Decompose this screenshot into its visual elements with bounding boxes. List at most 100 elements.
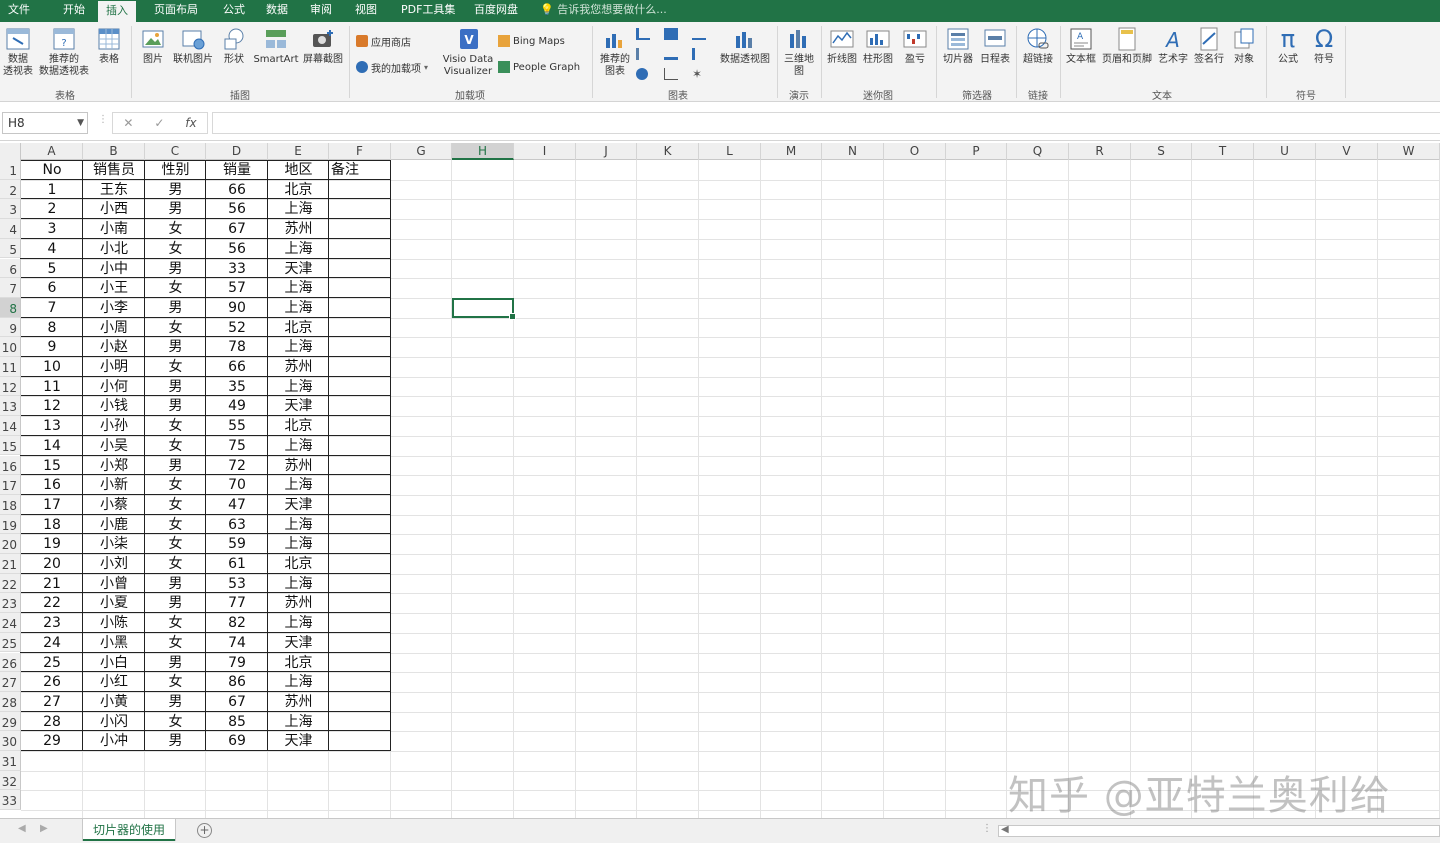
table-cell[interactable]: 小黑: [83, 633, 145, 653]
table-cell[interactable]: 35: [206, 377, 268, 397]
table-cell[interactable]: 61: [206, 554, 268, 574]
people-graph-button[interactable]: People Graph: [498, 58, 580, 76]
table-cell[interactable]: 女: [145, 534, 206, 554]
table-cell[interactable]: 女: [145, 357, 206, 377]
table-cell[interactable]: 小柒: [83, 534, 145, 554]
table-cell[interactable]: 74: [206, 633, 268, 653]
table-cell[interactable]: [329, 475, 391, 495]
column-header[interactable]: V: [1316, 143, 1378, 160]
table-cell[interactable]: [329, 298, 391, 318]
table-cell[interactable]: 59: [206, 534, 268, 554]
table-cell[interactable]: 53: [206, 574, 268, 594]
row-header[interactable]: 23: [0, 593, 21, 614]
table-cell[interactable]: 小王: [83, 278, 145, 298]
recommended-pivot-button[interactable]: ? 推荐的 数据透视表: [38, 26, 90, 78]
column-header[interactable]: K: [637, 143, 699, 160]
table-cell[interactable]: 29: [21, 731, 83, 751]
table-cell[interactable]: 小何: [83, 377, 145, 397]
pivot-table-button[interactable]: 数据 透视表: [2, 26, 34, 78]
table-cell[interactable]: 北京: [268, 653, 329, 673]
table-cell[interactable]: 男: [145, 199, 206, 219]
sparkline-winloss-button[interactable]: 盈亏: [900, 26, 930, 66]
table-cell[interactable]: 77: [206, 593, 268, 613]
table-cell[interactable]: 16: [21, 475, 83, 495]
table-cell[interactable]: 18: [21, 515, 83, 535]
table-cell[interactable]: 苏州: [268, 692, 329, 712]
row-header[interactable]: 2: [0, 179, 21, 200]
row-header[interactable]: 14: [0, 416, 21, 436]
table-cell[interactable]: [329, 259, 391, 279]
table-cell[interactable]: [329, 672, 391, 692]
column-header[interactable]: O: [884, 143, 946, 160]
table-cell[interactable]: [329, 633, 391, 653]
table-cell[interactable]: 小冲: [83, 731, 145, 751]
table-cell[interactable]: 小明: [83, 357, 145, 377]
table-cell[interactable]: [329, 593, 391, 613]
table-cell[interactable]: [329, 534, 391, 554]
table-cell[interactable]: 小白: [83, 653, 145, 673]
table-header-cell[interactable]: 性别: [145, 160, 206, 180]
table-cell[interactable]: 北京: [268, 180, 329, 200]
table-cell[interactable]: [329, 554, 391, 574]
table-cell[interactable]: 小吴: [83, 436, 145, 456]
table-cell[interactable]: 12: [21, 396, 83, 416]
column-header[interactable]: G: [391, 143, 452, 160]
table-cell[interactable]: [329, 377, 391, 397]
ribbon-tab[interactable]: 百度网盘: [466, 0, 526, 22]
table-cell[interactable]: 27: [21, 692, 83, 712]
table-cell[interactable]: [329, 416, 391, 436]
table-cell[interactable]: 33: [206, 259, 268, 279]
ribbon-tab[interactable]: 开始: [55, 0, 93, 22]
table-cell[interactable]: 上海: [268, 534, 329, 554]
sparkline-line-button[interactable]: 折线图: [826, 26, 858, 66]
row-header[interactable]: 16: [0, 455, 21, 476]
table-cell[interactable]: 小郑: [83, 456, 145, 476]
table-cell[interactable]: 小西: [83, 199, 145, 219]
table-cell[interactable]: 4: [21, 239, 83, 259]
header-footer-button[interactable]: 页眉和页脚: [1100, 26, 1154, 66]
table-cell[interactable]: 52: [206, 318, 268, 338]
table-cell[interactable]: 男: [145, 337, 206, 357]
table-cell[interactable]: [329, 357, 391, 377]
table-cell[interactable]: 小鹿: [83, 515, 145, 535]
row-header[interactable]: 24: [0, 613, 21, 633]
ribbon-tab[interactable]: 视图: [347, 0, 385, 22]
table-cell[interactable]: 56: [206, 199, 268, 219]
row-header[interactable]: 27: [0, 672, 21, 692]
table-cell[interactable]: [329, 219, 391, 239]
add-sheet-icon[interactable]: +: [197, 823, 212, 838]
table-cell[interactable]: 女: [145, 515, 206, 535]
table-cell[interactable]: 小南: [83, 219, 145, 239]
table-cell[interactable]: 小闪: [83, 712, 145, 732]
table-cell[interactable]: 苏州: [268, 456, 329, 476]
table-cell[interactable]: 天津: [268, 633, 329, 653]
table-cell[interactable]: 苏州: [268, 593, 329, 613]
sheet-tab-active[interactable]: 切片器的使用: [83, 819, 176, 841]
table-cell[interactable]: 21: [21, 574, 83, 594]
column-header[interactable]: D: [206, 143, 268, 160]
table-cell[interactable]: 女: [145, 436, 206, 456]
table-cell[interactable]: 上海: [268, 712, 329, 732]
radar-chart-icon[interactable]: ✶: [692, 68, 702, 80]
table-cell[interactable]: 小钱: [83, 396, 145, 416]
scroll-left-icon[interactable]: ◀: [1001, 824, 1009, 835]
table-cell[interactable]: 67: [206, 219, 268, 239]
column-header[interactable]: E: [268, 143, 329, 160]
table-cell[interactable]: 王东: [83, 180, 145, 200]
table-cell[interactable]: 女: [145, 416, 206, 436]
table-cell[interactable]: 小蔡: [83, 495, 145, 515]
row-header[interactable]: 11: [0, 357, 21, 377]
row-header[interactable]: 17: [0, 475, 21, 495]
table-cell[interactable]: 49: [206, 396, 268, 416]
table-cell[interactable]: 82: [206, 613, 268, 633]
table-cell[interactable]: 小曾: [83, 574, 145, 594]
table-cell[interactable]: 女: [145, 475, 206, 495]
table-cell[interactable]: 女: [145, 495, 206, 515]
table-header-cell[interactable]: 销量: [206, 160, 268, 180]
table-cell[interactable]: 75: [206, 436, 268, 456]
symbol-button[interactable]: Ω 符号: [1308, 26, 1340, 66]
table-cell[interactable]: 8: [21, 318, 83, 338]
table-cell[interactable]: [329, 731, 391, 751]
table-cell[interactable]: 女: [145, 613, 206, 633]
table-cell[interactable]: [329, 653, 391, 673]
